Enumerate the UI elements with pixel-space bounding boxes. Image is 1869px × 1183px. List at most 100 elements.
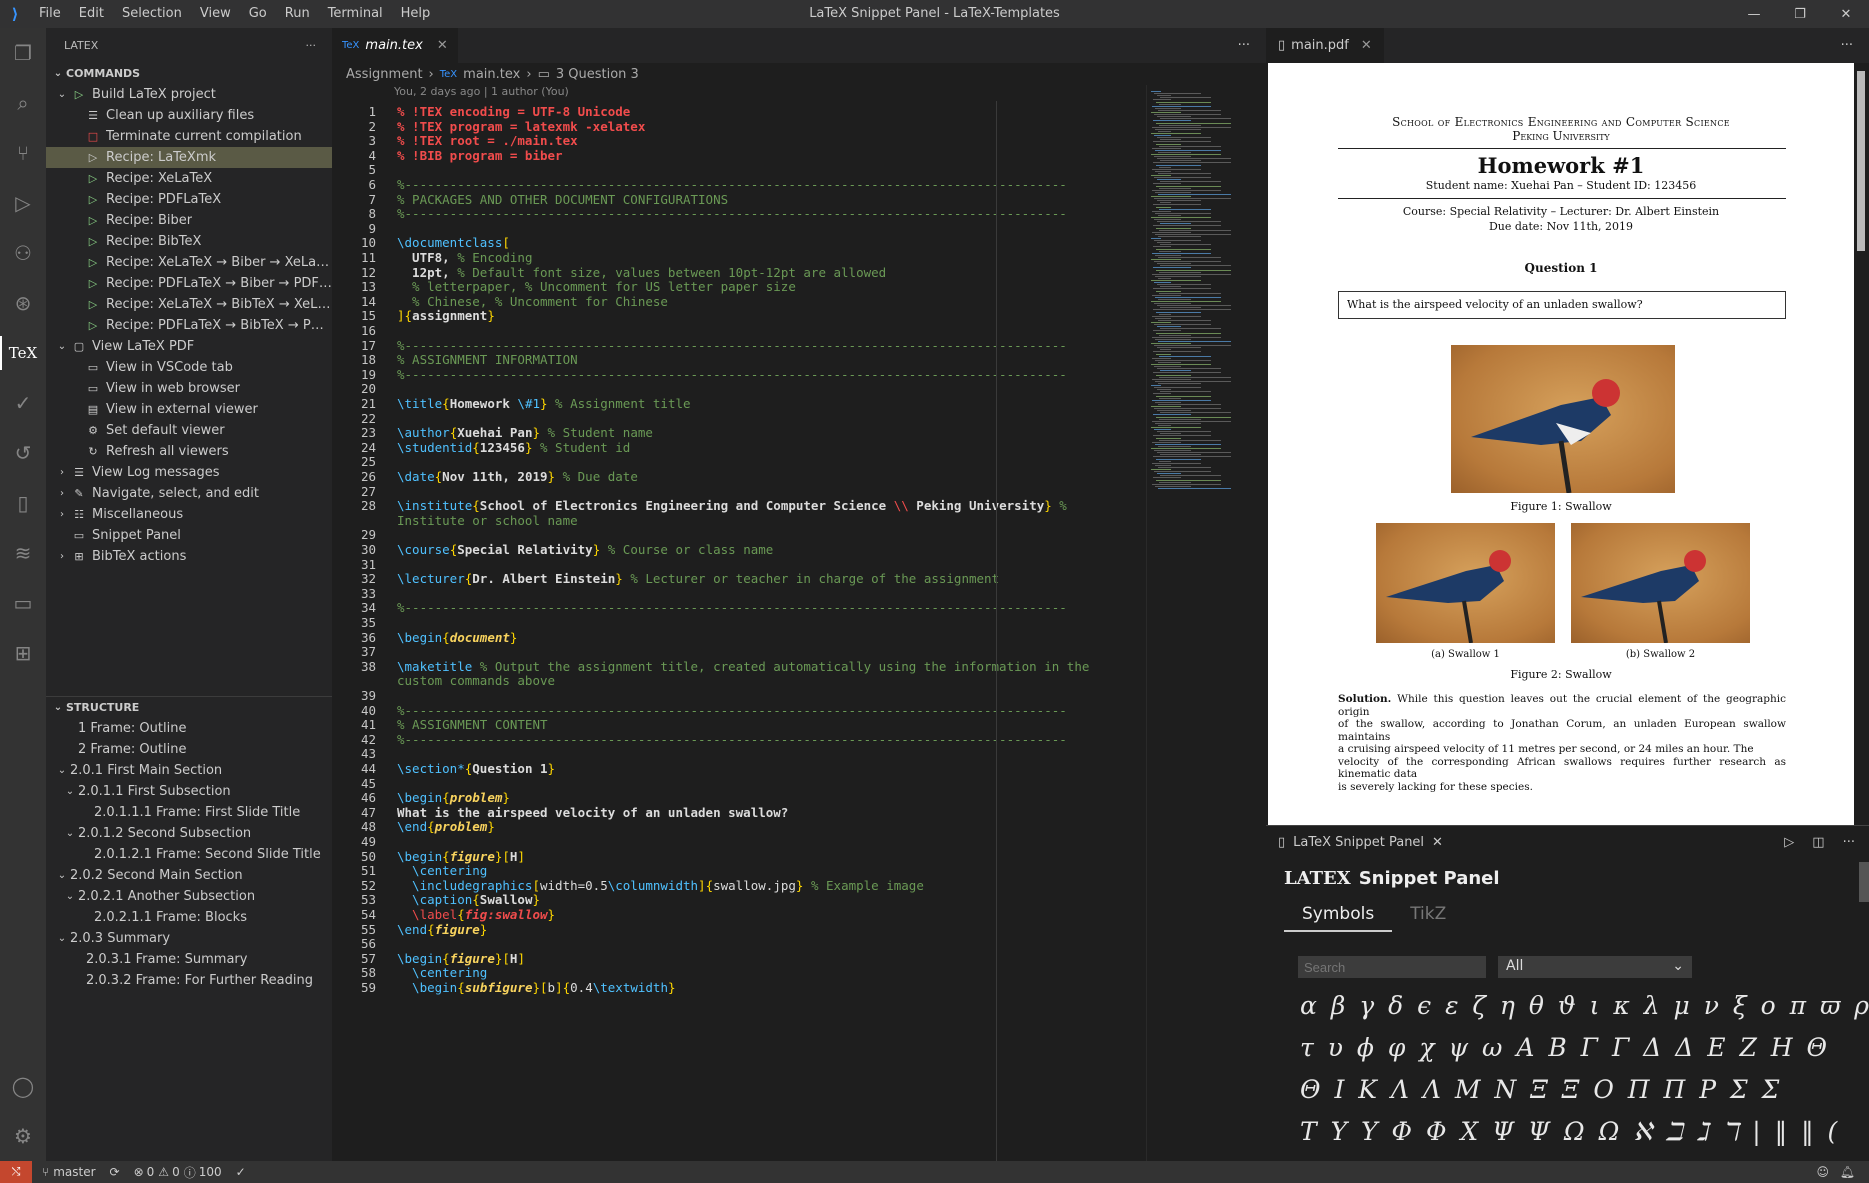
structure-item[interactable]: 2.0.1.1.1 Frame: First Slide Title	[46, 802, 332, 823]
info-count[interactable]: 100	[199, 1165, 222, 1179]
breadcrumb-symbol[interactable]: 3 Question 3	[556, 67, 639, 82]
book-icon[interactable]: ▯	[0, 478, 46, 528]
minimap[interactable]	[1146, 85, 1256, 1161]
command-item[interactable]: ⚙ Set default viewer	[46, 420, 332, 441]
structure-item[interactable]: 2.0.1.2.1 Frame: Second Slide Title	[46, 844, 332, 865]
breadcrumb-folder[interactable]: Assignment	[346, 67, 423, 82]
more-actions-icon[interactable]: ···	[306, 39, 317, 52]
snippet-scrollbar[interactable]	[1859, 862, 1869, 902]
command-item[interactable]: ▭ Snippet Panel	[46, 525, 332, 546]
bell-icon[interactable]: 🔔︎	[1840, 1165, 1855, 1179]
code-line[interactable]: \end{figure}	[397, 922, 487, 937]
symbol-row[interactable]: α β γ δ ϵ ε ζ η θ ϑ ι κ λ μ ν ξ ο π ϖ ρ …	[1300, 991, 1869, 1020]
pdf-scrollbar[interactable]	[1854, 63, 1869, 825]
code-line[interactable]: ]{assignment}	[397, 308, 495, 323]
remote-explorer-icon[interactable]: ⚇	[0, 228, 46, 278]
code-line[interactable]: \begin{subfigure}[b]{0.4\textwidth}	[397, 980, 675, 995]
search-icon[interactable]: ⌕	[0, 78, 46, 128]
code-line[interactable]: \studentid{123456} % Student id	[397, 440, 630, 455]
explorer-icon[interactable]: ❐	[0, 28, 46, 78]
command-item[interactable]: ⌄ ▢ View LaTeX PDF	[46, 336, 332, 357]
command-item[interactable]: › ⊞ BibTeX actions	[46, 546, 332, 567]
code-line[interactable]: % !TEX program = latexmk -xelatex	[397, 119, 645, 134]
remote-window-icon[interactable]: ▭	[0, 578, 46, 628]
code-line[interactable]: \includegraphics[width=0.5\columnwidth]{…	[397, 878, 924, 893]
test-icon[interactable]: ✓	[0, 378, 46, 428]
remote-icon[interactable]: ⤭	[0, 1161, 32, 1183]
close-tab-icon[interactable]: ✕	[437, 38, 448, 53]
command-item[interactable]: ▭ View in web browser	[46, 378, 332, 399]
code-line[interactable]: % ASSIGNMENT INFORMATION	[397, 352, 578, 367]
code-line[interactable]: % letterpaper, % Uncomment for US letter…	[397, 279, 796, 294]
source-control-icon[interactable]: ⑂	[0, 128, 46, 178]
structure-item[interactable]: 2.0.2.1.1 Frame: Blocks	[46, 907, 332, 928]
command-item[interactable]: ▷ Recipe: LaTeXmk	[46, 147, 332, 168]
git-graph-icon[interactable]: ⊛	[0, 278, 46, 328]
tex-icon[interactable]: TeX	[0, 328, 46, 378]
breadcrumb-file[interactable]: main.tex	[463, 67, 520, 82]
code-line[interactable]: % Chinese, % Uncomment for Chinese	[397, 294, 668, 309]
command-item[interactable]: ▷ Recipe: PDFLaTeX → Biber → PDFLa...	[46, 273, 332, 294]
code-line[interactable]: %---------------------------------------…	[397, 177, 1067, 192]
command-item[interactable]: ⌄ ▷ Build LaTeX project	[46, 84, 332, 105]
command-item[interactable]: › ☷ Miscellaneous	[46, 504, 332, 525]
docker-icon[interactable]: ≋	[0, 528, 46, 578]
code-line[interactable]: UTF8, % Encoding	[397, 250, 532, 265]
code-line[interactable]: \section*{Question 1}	[397, 761, 555, 776]
extensions-icon[interactable]: ⊞	[0, 628, 46, 678]
close-tab-icon[interactable]: ✕	[1432, 835, 1443, 850]
command-item[interactable]: ↻ Refresh all viewers	[46, 441, 332, 462]
code-line[interactable]: \maketitle % Output the assignment title…	[397, 659, 1089, 674]
tab-symbols[interactable]: Symbols	[1284, 898, 1393, 932]
code-line[interactable]: %---------------------------------------…	[397, 206, 1067, 221]
code-line[interactable]: \label{fig:swallow}	[397, 907, 555, 922]
code-editor[interactable]: 1 % !TEX encoding = UTF-8 Unicode 2 % !TEX …	[332, 101, 1142, 1161]
more-actions-icon[interactable]: ···	[1841, 38, 1853, 53]
command-item[interactable]: ▷ Recipe: PDFLaTeX → BibTeX → PDFL...	[46, 315, 332, 336]
feedback-icon[interactable]: ☺	[1816, 1165, 1829, 1179]
sync-icon[interactable]: ⟳	[110, 1165, 120, 1179]
code-line[interactable]: \centering	[397, 965, 487, 980]
close-tab-icon[interactable]: ✕	[1361, 38, 1372, 53]
command-item[interactable]: ▷ Recipe: XeLaTeX → Biber → XeLaTe...	[46, 252, 332, 273]
command-item[interactable]: ▤ View in external viewer	[46, 399, 332, 420]
symbol-filter-select[interactable]: All ⌄	[1498, 956, 1692, 978]
code-line[interactable]: \institute{School of Electronics Enginee…	[397, 498, 1067, 513]
menu-run[interactable]: Run	[276, 0, 319, 28]
menu-view[interactable]: View	[191, 0, 240, 28]
code-line[interactable]: What is the airspeed velocity of an unla…	[397, 805, 788, 820]
symbol-row[interactable]: τ υ ϕ φ χ ψ ω Α Β Γ Γ Δ Δ Ε Ζ Η Θ	[1300, 1033, 1830, 1062]
structure-item[interactable]: 1 Frame: Outline	[46, 718, 332, 739]
maximize-icon[interactable]: ❐	[1777, 0, 1823, 28]
code-line[interactable]: %---------------------------------------…	[397, 732, 1067, 747]
code-line[interactable]: % !TEX encoding = UTF-8 Unicode	[397, 104, 630, 119]
more-actions-icon[interactable]: ···	[1238, 38, 1250, 53]
tab-main-tex[interactable]: TeX main.tex ✕	[332, 28, 458, 63]
code-line[interactable]: %---------------------------------------…	[397, 600, 1067, 615]
code-line[interactable]: \end{problem}	[397, 819, 495, 834]
code-line[interactable]: %---------------------------------------…	[397, 703, 1067, 718]
command-item[interactable]: ▷ Recipe: PDFLaTeX	[46, 189, 332, 210]
snippet-tab-label[interactable]: LaTeX Snippet Panel	[1293, 835, 1424, 850]
symbol-row[interactable]: Θ Ι Κ Λ Λ Μ Ν Ξ Ξ Ο Π Π Ρ Σ Σ	[1300, 1075, 1782, 1104]
code-line[interactable]: 12pt, % Default font size, values betwee…	[397, 265, 886, 280]
structure-item[interactable]: ⌄ 2.0.3 Summary	[46, 928, 332, 949]
code-line[interactable]: \begin{figure}[H]	[397, 951, 525, 966]
code-line[interactable]: \author{Xuehai Pan} % Student name	[397, 425, 653, 440]
code-line[interactable]: % !TEX root = ./main.tex	[397, 133, 578, 148]
command-item[interactable]: ▷ Recipe: XeLaTeX → BibTeX → XeLaT...	[46, 294, 332, 315]
code-line[interactable]: \lecturer{Dr. Albert Einstein} % Lecture…	[397, 571, 999, 586]
code-line[interactable]: \course{Special Relativity} % Course or …	[397, 542, 773, 557]
settings-gear-icon[interactable]: ⚙	[0, 1111, 46, 1161]
structure-item[interactable]: 2.0.3.2 Frame: For Further Reading	[46, 970, 332, 991]
structure-item[interactable]: ⌄ 2.0.1.2 Second Subsection	[46, 823, 332, 844]
code-line[interactable]: \begin{problem}	[397, 790, 510, 805]
more-actions-icon[interactable]: ···	[1843, 835, 1855, 850]
command-item[interactable]: ▷ Recipe: XeLaTeX	[46, 168, 332, 189]
account-icon[interactable]: ◯	[0, 1061, 46, 1111]
structure-item[interactable]: ⌄ 2.0.2 Second Main Section	[46, 865, 332, 886]
tab-main-pdf[interactable]: ▯ main.pdf ✕	[1266, 28, 1384, 63]
check-icon[interactable]: ✓	[236, 1165, 246, 1179]
code-line[interactable]: \begin{document}	[397, 630, 517, 645]
code-line[interactable]: \centering	[397, 863, 487, 878]
